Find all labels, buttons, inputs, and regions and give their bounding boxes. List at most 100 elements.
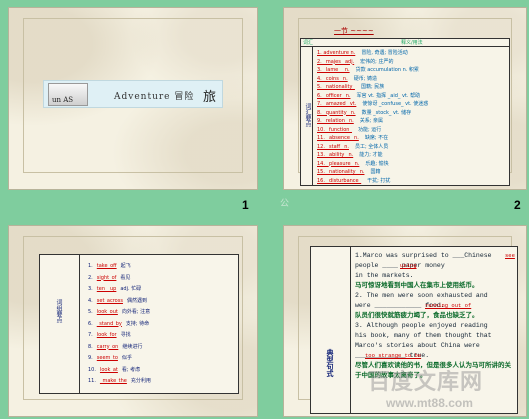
english-sentence-line: in the markets.: [355, 272, 414, 279]
table-row: 13. _ability_ n. 能力; 才能: [317, 151, 505, 159]
phrase-rest: 看; 考虑: [121, 366, 141, 373]
phrase-num: 3.: [88, 286, 93, 292]
phrase-u: sight_of: [96, 274, 117, 281]
phrase-num: 9.: [88, 355, 93, 361]
phrase-u: look_for: [96, 332, 117, 338]
list-item: 8. carry_on 继续进行: [88, 342, 146, 352]
page-number-2: 2: [514, 198, 521, 212]
table-row: 14. _pleasure_ n. 乐趣; 愉快: [317, 160, 505, 168]
table-side-column: 词组要点: [40, 255, 80, 393]
vocab-word: 7. _amazed_ vt.: [317, 101, 357, 107]
table-row: 2. _majes_ adj. 宏伟的; 庄严的: [317, 58, 505, 66]
vocab-word: 2. _majes_ adj.: [317, 58, 355, 65]
vocab-meaning: 能力; 才能: [359, 152, 383, 158]
vocab-meaning: 贷款 accumulation n. 积累: [355, 67, 419, 73]
vocab-word: 6. _officer_ n.: [317, 92, 351, 99]
phrase-rest: 偶然遇到: [126, 297, 147, 304]
phrase-u: look_at: [99, 366, 118, 373]
banner-image-caption: un AS: [52, 96, 74, 104]
phrase-u: ten__up: [96, 286, 117, 292]
phrase-num: 8.: [88, 343, 93, 350]
phrase-u: look_out: [96, 309, 118, 315]
phrase-u: set_across: [96, 297, 123, 304]
answer-blank: too strange to be: [365, 352, 422, 359]
table-row: 7. _amazed_ vt. 使惊讶 _confuse_ vt. 使迷惑: [317, 100, 505, 108]
vocab-word: 8. _quantity_ n.: [317, 109, 356, 116]
phrase-rest: 起飞: [120, 263, 131, 269]
slide-2-thumbnail[interactable]: 一节 ~~~~ 词汇 释义/用法 词汇要点 1. adventure n. 冒险,…: [283, 7, 527, 190]
phrase-rest: 寻找: [120, 332, 131, 338]
table-row: 10. _function_ 功能; 运行: [317, 126, 505, 134]
site-logo-watermark: 百度文库网: [368, 370, 484, 395]
table-row: 11. _absence_ n. 缺席; 不在: [317, 134, 505, 142]
phrase-u: _stand_by: [96, 320, 122, 327]
vocab-meaning: 干扰; 打扰: [367, 177, 391, 184]
banner-calligraphy: 旅: [202, 90, 216, 105]
table-row: 3. _lame__ n. 贷款 accumulation n. 积累: [317, 66, 505, 74]
list-item: 3. ten__up adj. 忙碌: [88, 284, 145, 294]
table-row: 16. _disturbance_ 干扰; 打扰: [317, 177, 505, 185]
vocab-meaning: 乐趣; 愉快: [365, 160, 389, 167]
chinese-translation: 队员们很快就筋疲力竭了，食品也缺乏了。: [355, 312, 479, 319]
table-row: 6. _officer_ n. 军官 vt. 指挥 _aid_ vt. 帮助: [317, 92, 505, 100]
vocab-meaning: 员工; 全体人员: [354, 143, 389, 150]
vocab-meaning: 功能; 运行: [357, 126, 382, 133]
answer-blank: running out of: [425, 302, 472, 309]
banner-title: Adventure 冒险: [114, 92, 195, 102]
english-sentence-line: people ____ paper money: [355, 262, 445, 269]
english-sentence-line: 2. The men were soon exhausted and: [355, 292, 488, 299]
table-side-column: 典型句式: [311, 247, 351, 413]
site-url-watermark: www.mt88.com: [386, 396, 473, 410]
vocab-word: 12. _staff_ n.: [317, 143, 349, 150]
vocab-meaning: 硬币; 铸造: [353, 75, 377, 82]
table-row: 5. _nationality_ 国籍; 民族: [317, 83, 505, 91]
vocab-word: 15. _nationality_ n.: [317, 169, 365, 175]
table-row: 9. _relation_ n. 关系; 亲属: [317, 117, 505, 125]
slide-3-thumbnail[interactable]: 词组要点 1. take_off 起飞 2. sight_of 看见 3. ten__up ad…: [8, 225, 258, 417]
chinese-translation: 马可惊讶地看到中国人在集市上使用纸币。: [355, 282, 479, 289]
english-sentence-line: 1.Marco was surprised to ___Chinese: [355, 252, 492, 259]
column-header-a: 词汇: [303, 40, 314, 46]
vocab-word: 1. adventure n.: [317, 50, 356, 56]
phrase-u: take_off: [96, 263, 117, 269]
vocab-word: 9. _relation_ n.: [317, 118, 354, 124]
list-item: 1. take_off 起飞: [88, 261, 135, 271]
faint-watermark: 公: [280, 199, 290, 209]
side-label: 词汇要点: [304, 103, 311, 127]
table-row: 15. _nationality_ n. 国籍: [317, 168, 505, 176]
slide-2-header: 一节 ~~~~: [334, 27, 374, 35]
banner-image: un AS: [48, 83, 88, 106]
answer-blank: using: [400, 262, 417, 269]
phrase-num: 7.: [88, 332, 93, 338]
table-row: 1. adventure n. 冒险, 奇遇; 冒险活动: [317, 49, 505, 57]
side-label: 典型句式: [326, 349, 334, 377]
list-item: 6. _stand_by 支持; 待命: [88, 319, 153, 329]
list-item: 9. seem_to 似乎: [88, 353, 136, 363]
list-item: 11. _make_the 充分利用: [88, 376, 155, 386]
vocab-meaning: 使惊讶 _confuse_ vt. 使迷惑: [362, 101, 429, 107]
list-item: 5. look_out 向外看; 注意: [88, 307, 154, 317]
phrase-rest: 支持; 待命: [125, 320, 150, 327]
table-header: 词汇 释义/用法: [301, 39, 509, 47]
phrase-num: 10.: [88, 366, 96, 373]
vocab-meaning: 宏伟的; 庄严的: [360, 58, 394, 65]
phrase-num: 6.: [88, 320, 93, 327]
vocab-word: 10. _function_: [317, 126, 352, 133]
phrase-rest: 向外看; 注意: [121, 309, 151, 315]
phrase-rest: 看见: [120, 274, 131, 281]
slide-1-thumbnail[interactable]: un AS Adventure 冒险 旅: [8, 7, 258, 190]
list-item: 7. look_for 寻找: [88, 330, 135, 340]
vocab-meaning: 冒险, 奇遇; 冒险活动: [361, 50, 408, 56]
phrase-num: 2.: [88, 274, 93, 281]
table-row: 8. _quantity_ n. 数量 _stock_ vt. 储存: [317, 109, 505, 117]
phrase-num: 11.: [88, 378, 96, 384]
english-sentence-line: 3. Although people enjoyed reading: [355, 322, 488, 329]
vocab-meaning: 数量 _stock_ vt. 储存: [361, 109, 412, 116]
vocab-word: 4. _coins_ n.: [317, 75, 348, 82]
sentence-text: 1.Marco was surprised to ___Chinesepeopl…: [355, 251, 515, 381]
phrase-num: 1.: [88, 263, 93, 269]
vocab-meaning: 国籍: [370, 169, 381, 175]
vocab-meaning: 国籍; 民族: [360, 84, 385, 90]
column-header-b: 释义/用法: [401, 40, 423, 46]
vocab-word: 13. _ability_ n.: [317, 152, 354, 158]
